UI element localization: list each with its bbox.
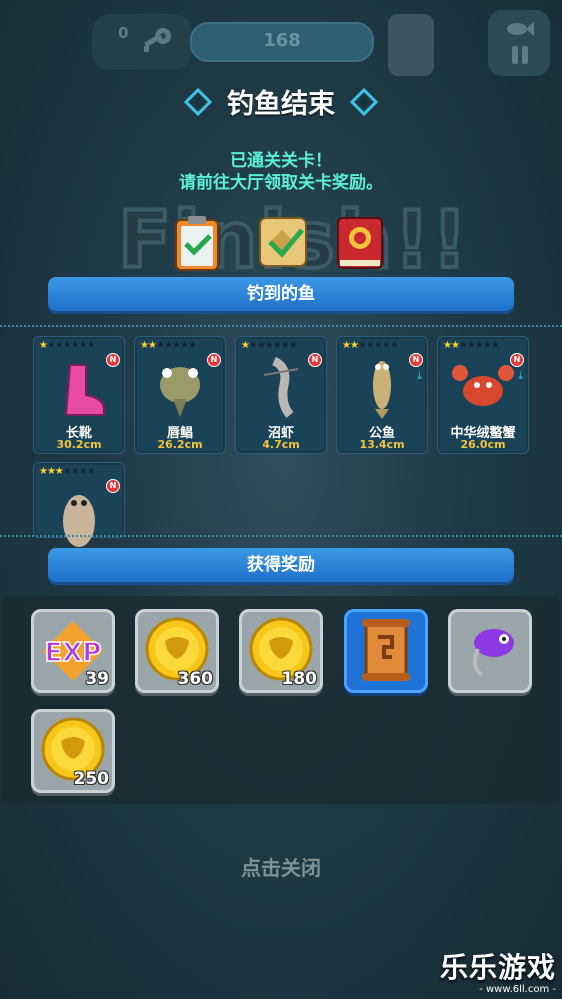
key-count: 0 (118, 24, 129, 42)
clipboard-icon (175, 216, 219, 271)
pause-button[interactable] (488, 10, 550, 76)
top-bar: 0 168 (0, 0, 562, 90)
page-title: 钓鱼结束 (227, 89, 335, 120)
reward-quantity: 360 (177, 669, 214, 689)
star-rating: ★★★★★★★ (443, 340, 500, 351)
divider (0, 325, 562, 327)
reward-coin[interactable]: 180 (239, 609, 323, 693)
tap-to-close-button[interactable]: 点击关闭 (0, 852, 562, 881)
fish-size: 4.7cm (262, 438, 300, 451)
fish-icon (373, 361, 391, 419)
fish-card[interactable]: ★★★★★★★ N 沼虾 4.7cm (235, 336, 327, 454)
fish-card[interactable]: ★★★★★★★ N 长靴 30.2cm (33, 336, 125, 454)
level-progress: 168 (190, 22, 374, 62)
watermark: 乐乐游戏 - www.6ll.com - (416, 946, 556, 995)
star-rating: ★★★★★★★ (140, 340, 197, 351)
reward-coin[interactable]: 250 (31, 709, 115, 793)
watermark-url: - www.6ll.com - (479, 984, 556, 995)
fish-size: 26.0cm (460, 438, 506, 451)
quest-scroll-icon (259, 217, 307, 267)
diamond-ornament-icon (183, 87, 213, 116)
reward-quantity: 180 (281, 669, 318, 689)
fish-card[interactable]: ★★★★★★★ N 中华绒螯蟹 26.0cm ⤓ (437, 336, 529, 454)
diamond-ornament-icon (349, 87, 379, 116)
title-row: 钓鱼结束 (0, 82, 562, 126)
fish-book-icon (337, 217, 383, 269)
fish-icon (507, 22, 534, 36)
watermark-brand: 乐乐游戏 (439, 951, 556, 984)
reward-coin[interactable]: 360 (135, 609, 219, 693)
key-icon (144, 28, 171, 52)
download-icon: ⤓ (518, 369, 523, 382)
fish-size: 13.4cm (359, 438, 405, 451)
reward-quantity: 250 (73, 769, 110, 789)
fish-card[interactable]: ★★★★★★★ N 公鱼 13.4cm ⤓ (336, 336, 428, 454)
reward-lure[interactable] (448, 609, 532, 693)
download-icon: ⤓ (417, 369, 422, 382)
star-rating: ★★★★★★★ (39, 340, 96, 351)
pause-icon (510, 46, 530, 66)
level-number: 168 (263, 30, 301, 51)
task-icons (170, 212, 400, 272)
shrimp-icon (263, 356, 299, 418)
reward-exp[interactable]: EXP 39 (31, 609, 115, 693)
fish-size: 30.2cm (56, 438, 102, 451)
reward-scroll[interactable] (344, 609, 428, 693)
star-rating: ★★★★★★★ (241, 340, 298, 351)
map-scroll-icon (362, 619, 410, 681)
star-rating: ★★★★★★★ (342, 340, 399, 351)
fish-card[interactable]: ★★★★★★★ N 唇鲳 26.2cm (134, 336, 226, 454)
claim-reward-message: 请前往大厅领取关卡奖励。 (179, 173, 383, 193)
avatar (388, 14, 434, 76)
svg-text:EXP: EXP (45, 638, 102, 668)
fish-size: 26.2cm (157, 438, 203, 451)
divider (0, 535, 562, 537)
flatfish-icon (63, 495, 95, 547)
level-cleared-message: 已通关关卡！ (230, 151, 332, 171)
star-rating: ★★★★★★★ (39, 466, 96, 477)
rewards-header: 获得奖励 (48, 548, 514, 582)
fish-card[interactable]: ★★★★★★★ N (33, 462, 125, 547)
reward-quantity: 39 (85, 669, 109, 689)
caught-fish-header: 钓到的鱼 (48, 277, 514, 311)
catfish-icon (160, 367, 200, 417)
pink-boot-icon (64, 364, 105, 416)
purple-lure-icon (472, 629, 514, 677)
crab-icon (452, 365, 514, 406)
